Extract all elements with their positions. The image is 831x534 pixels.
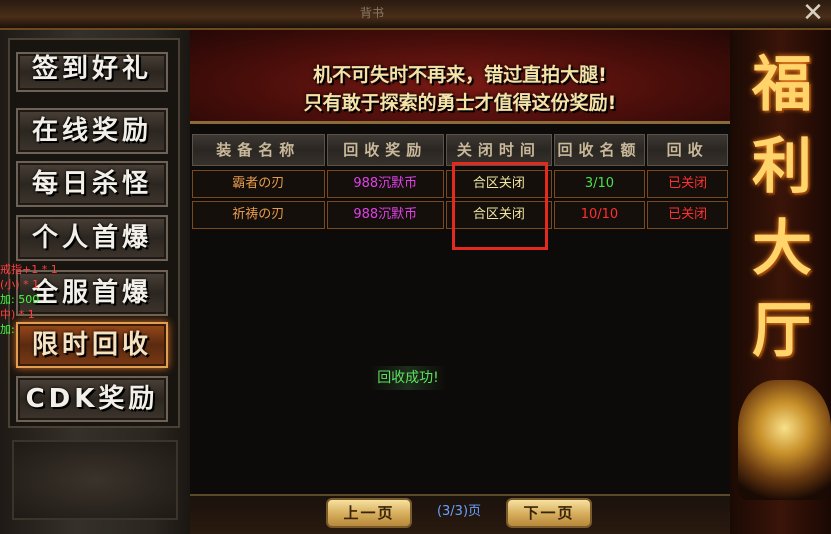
top-roof: 背书 xyxy=(0,0,831,30)
top-title-fragment: 背书 xyxy=(360,6,385,20)
table-row: 祈祷の刃 988沉默币 合区关闭 10/10 已关闭 xyxy=(192,201,728,229)
equipment-name: 霸者の刃 xyxy=(192,170,325,198)
header-recycle-quota: 回收名额 xyxy=(553,134,646,166)
sidebar-item-online-reward[interactable]: 在线奖励 xyxy=(16,108,168,154)
promo-banner: 机不可失时不再来，错过直拍大腿! 只有敢于探索的勇士才值得这份奖励! xyxy=(190,30,730,124)
close-icon[interactable]: ✕ xyxy=(801,0,825,26)
sidebar-item-daily-kill[interactable]: 每日杀怪 xyxy=(16,161,168,207)
recycle-status-button[interactable]: 已关闭 xyxy=(647,170,728,198)
banner-line-1: 机不可失时不再来，错过直拍大腿! xyxy=(313,64,607,86)
chat-line: (小) * 1 xyxy=(0,278,40,291)
header-close-time: 关闭时间 xyxy=(446,134,552,166)
chat-line: 戒指+1 * 1 xyxy=(0,263,58,276)
header-recycle: 回收 xyxy=(647,134,728,166)
banner-line-2: 只有敢于探索的勇士才值得这份奖励! xyxy=(303,92,617,114)
chat-line: 加: xyxy=(0,323,15,336)
recycle-table: 装备名称 回收奖励 关闭时间 回收名额 回收 霸者の刃 988沉默币 合区关闭 … xyxy=(192,134,728,229)
chat-line: 加: 500 xyxy=(0,293,40,306)
chat-log: 戒指+1 * 1 (小) * 1 加: 500 中) * 1 加: xyxy=(0,262,60,337)
recycle-quota: 3/10 xyxy=(553,170,646,198)
next-page-button[interactable]: 下一页 xyxy=(506,498,592,528)
gold-coins-ornament xyxy=(738,380,831,500)
sidebar-item-signin[interactable]: 签到好礼 xyxy=(16,52,168,92)
chat-line: 中) * 1 xyxy=(0,308,35,321)
carved-ornament xyxy=(12,440,178,520)
welfare-hall-title: 福利大厅 xyxy=(752,50,812,366)
success-toast: 回收成功! xyxy=(370,366,446,390)
recycle-reward: 988沉默币 xyxy=(326,170,445,198)
sidebar-item-cdk-reward[interactable]: CDK奖励 xyxy=(16,376,168,422)
recycle-reward: 988沉默币 xyxy=(326,201,445,229)
header-recycle-reward: 回收奖励 xyxy=(326,134,445,166)
recycle-quota: 10/10 xyxy=(553,201,646,229)
sidebar-item-personal-first-drop[interactable]: 个人首爆 xyxy=(16,215,168,261)
page-indicator: (3/3)页 xyxy=(436,504,482,519)
equipment-name: 祈祷の刃 xyxy=(192,201,325,229)
prev-page-button[interactable]: 上一页 xyxy=(326,498,412,528)
recycle-status-button[interactable]: 已关闭 xyxy=(647,201,728,229)
table-header: 装备名称 回收奖励 关闭时间 回收名额 回收 xyxy=(192,134,728,166)
close-time: 合区关闭 xyxy=(446,201,552,229)
recycle-panel: 装备名称 回收奖励 关闭时间 回收名额 回收 霸者の刃 988沉默币 合区关闭 … xyxy=(190,124,730,494)
close-time: 合区关闭 xyxy=(446,170,552,198)
header-equipment-name: 装备名称 xyxy=(192,134,325,166)
table-row: 霸者の刃 988沉默币 合区关闭 3/10 已关闭 xyxy=(192,170,728,198)
